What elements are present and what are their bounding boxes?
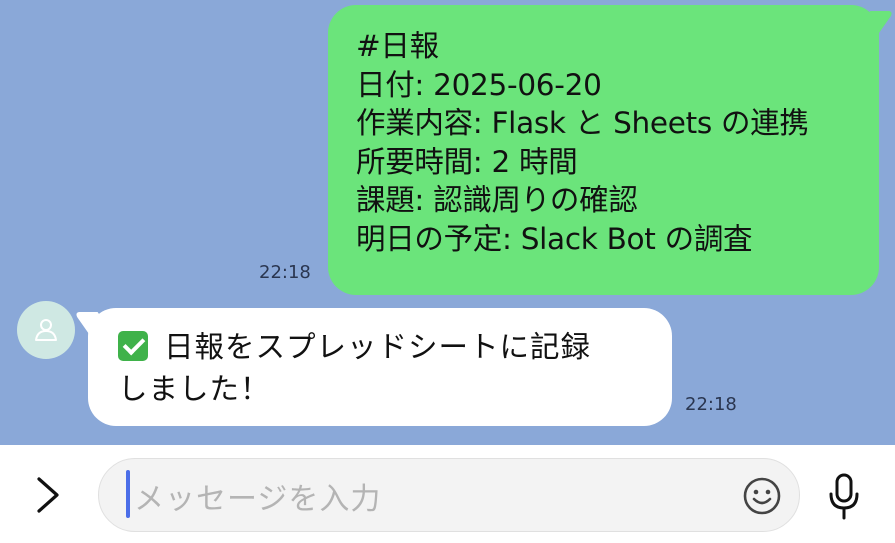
text-caret <box>126 470 130 518</box>
check-mark-icon <box>118 331 148 361</box>
message-line: 所要時間: 2 時間 <box>356 144 578 179</box>
message-line: 課題: 認識周りの確認 <box>356 183 638 217</box>
message-line: 作業内容: Flask と Sheets の連携 <box>356 106 809 140</box>
bubble-tail <box>73 312 115 336</box>
outgoing-message-bubble[interactable]: #日報 日付: 2025-06-20 作業内容: Flask と Sheets … <box>328 5 895 295</box>
microphone-icon[interactable] <box>826 472 862 522</box>
bubble-tail <box>853 11 895 35</box>
message-line: しました！ <box>118 372 271 406</box>
message-text: 日報をスプレッドシートに記録 <box>164 330 592 364</box>
incoming-message-bubble[interactable]: 日報をスプレッドシートに記録 しました！ <box>73 308 672 426</box>
message-input-placeholder: メッセージを入力 <box>134 482 382 517</box>
message-line: 日報をスプレッドシートに記録 <box>118 326 672 368</box>
chat-area[interactable]: #日報 日付: 2025-06-20 作業内容: Flask と Sheets … <box>0 0 895 445</box>
person-icon <box>35 319 57 341</box>
incoming-timestamp: 22:18 <box>685 394 737 415</box>
avatar[interactable] <box>17 301 75 359</box>
message-line: 日付: 2025-06-20 <box>356 67 602 102</box>
smiley-icon[interactable] <box>742 476 782 516</box>
chevron-right-icon[interactable] <box>33 475 65 515</box>
outgoing-timestamp: 22:18 <box>259 262 311 283</box>
message-line: #日報 <box>356 29 439 63</box>
message-line: 明日の予定: Slack Bot の調査 <box>356 221 753 256</box>
